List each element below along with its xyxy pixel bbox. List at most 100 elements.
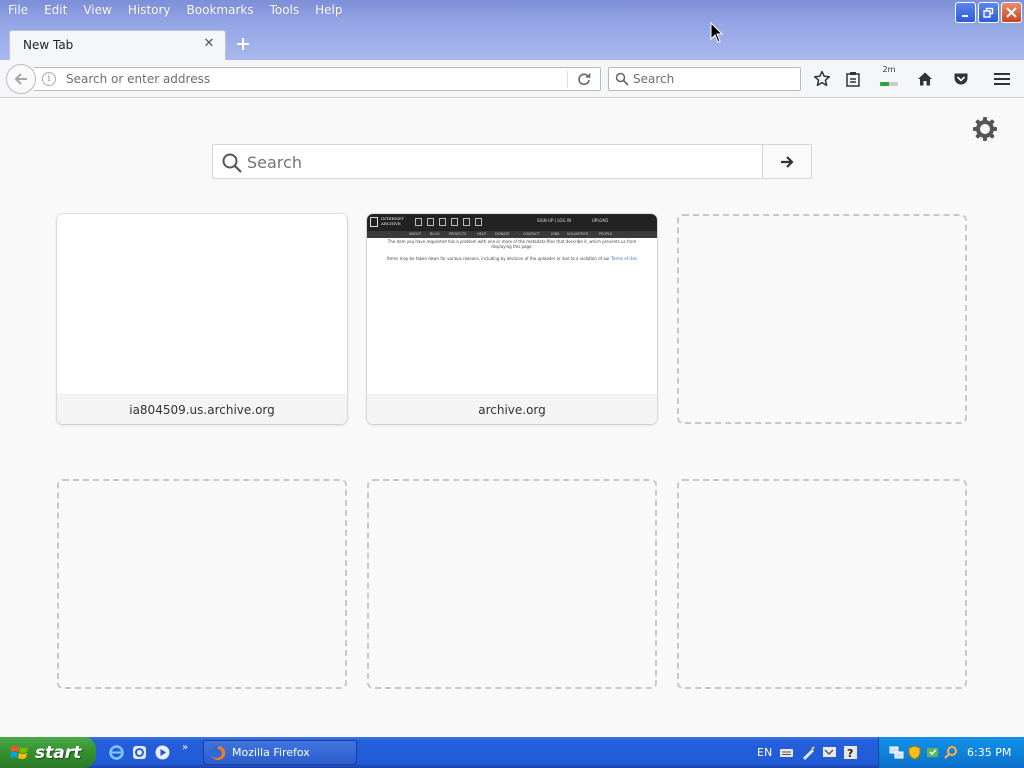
menu-bar: File Edit View History Bookmarks Tools H… xyxy=(2,2,353,20)
empty-tile-placeholder xyxy=(57,479,347,689)
media-player-icon[interactable] xyxy=(154,744,171,761)
archive-upload-text: UPLOAD xyxy=(592,218,609,223)
archive-nav-item: PEOPLE xyxy=(599,232,613,236)
archive-nav-bar: ABOUT BLOG PROJECTS HELP DONATE CONTACT … xyxy=(367,231,657,238)
bookmark-star-button[interactable] xyxy=(811,68,833,90)
archive-logo-icon xyxy=(370,217,378,227)
search-icon xyxy=(615,72,629,86)
window-controls xyxy=(955,2,1022,23)
back-button[interactable] xyxy=(6,64,36,94)
archive-nav-item: HELP xyxy=(477,232,486,236)
navigation-toolbar: i 2m xyxy=(0,60,1024,98)
menu-bookmarks[interactable]: Bookmarks xyxy=(181,2,260,20)
home-button[interactable] xyxy=(914,68,936,90)
archive-message-2: Items may be taken down for various reas… xyxy=(385,256,639,261)
arrow-left-icon xyxy=(14,73,27,85)
menu-tools[interactable]: Tools xyxy=(264,2,306,20)
menu-view[interactable]: View xyxy=(77,2,117,20)
menu-help[interactable]: Help xyxy=(309,2,348,20)
minimize-button[interactable] xyxy=(955,2,976,23)
taskbar-item-label: Mozilla Firefox xyxy=(232,746,310,759)
archive-nav-icon xyxy=(415,218,422,226)
close-icon xyxy=(1006,7,1017,18)
restore-button[interactable] xyxy=(978,2,999,23)
taskbar-item-firefox[interactable]: Mozilla Firefox xyxy=(203,740,357,765)
outlook-express-icon[interactable] xyxy=(131,744,148,761)
archive-nav-item: PROJECTS xyxy=(449,232,467,236)
home-icon xyxy=(918,72,932,86)
info-icon[interactable]: i xyxy=(42,72,56,86)
windows-logo-icon xyxy=(10,745,28,759)
internet-explorer-icon[interactable] xyxy=(108,744,125,761)
archive-logo-text: INTERNET ARCHIVE xyxy=(381,216,404,226)
search-input[interactable] xyxy=(633,71,793,87)
language-bar-icon[interactable] xyxy=(822,745,837,760)
empty-tile-placeholder xyxy=(367,479,657,689)
archive-nav-item: BLOG xyxy=(430,232,440,236)
open-menu-button[interactable] xyxy=(991,68,1013,90)
tile-thumbnail: INTERNET ARCHIVE SIGN UP | LOG IN UPLOAD… xyxy=(367,214,657,394)
bookmarks-menu-button[interactable] xyxy=(842,68,864,90)
start-label: start xyxy=(35,742,82,763)
mouse-cursor-icon xyxy=(710,22,724,43)
search-bar[interactable] xyxy=(608,67,801,91)
archive-nav-icon xyxy=(463,218,470,226)
new-tab-page: ia804509.us.archive.org INTERNET ARCHIVE… xyxy=(0,99,1024,737)
taskbar: start » Mozilla Firefox EN ? 6:35 PM xyxy=(0,737,1024,768)
download-time-label: 2m xyxy=(882,65,896,74)
archive-nav-icon xyxy=(439,218,446,226)
menu-edit[interactable]: Edit xyxy=(38,2,73,20)
keyboard-icon[interactable] xyxy=(779,745,794,760)
archive-login-text: SIGN UP | LOG IN xyxy=(537,218,572,223)
archive-message-text: Items may be taken down for various reas… xyxy=(387,256,610,261)
plus-icon xyxy=(237,38,249,50)
url-input[interactable] xyxy=(66,71,566,87)
gear-icon[interactable] xyxy=(971,115,999,143)
downloads-button[interactable]: 2m xyxy=(878,65,900,90)
search-icon[interactable] xyxy=(943,745,958,760)
search-icon xyxy=(222,153,242,173)
safely-remove-hardware-icon[interactable] xyxy=(925,745,940,760)
reload-icon[interactable] xyxy=(577,72,591,86)
pen-tool-icon[interactable] xyxy=(801,745,816,760)
tab-title: New Tab xyxy=(23,38,74,52)
archive-nav-item: CONTACT xyxy=(523,232,540,236)
tile-caption: ia804509.us.archive.org xyxy=(57,394,347,424)
network-icon[interactable] xyxy=(889,745,904,760)
firefox-icon xyxy=(211,745,226,760)
archive-terms-link: Terms of Use xyxy=(611,256,637,261)
page-search-box[interactable] xyxy=(212,144,812,179)
clock[interactable]: 6:35 PM xyxy=(967,746,1011,759)
menu-file[interactable]: File xyxy=(2,2,34,20)
archive-nav-icon xyxy=(427,218,434,226)
start-button[interactable]: start xyxy=(0,737,96,768)
security-shield-icon[interactable] xyxy=(907,745,922,760)
archive-nav-item: DONATE xyxy=(495,232,510,236)
tile-caption: archive.org xyxy=(367,394,657,424)
top-site-tile[interactable]: INTERNET ARCHIVE SIGN UP | LOG IN UPLOAD… xyxy=(367,214,657,424)
page-search-input[interactable] xyxy=(247,152,747,172)
tab-new-tab[interactable]: New Tab ✕ xyxy=(9,30,226,60)
menu-history[interactable]: History xyxy=(122,2,177,20)
help-icon[interactable]: ? xyxy=(843,745,858,760)
archive-message: The item you have requested has a proble… xyxy=(387,239,637,249)
hamburger-menu-icon xyxy=(994,73,1010,85)
empty-tile-placeholder xyxy=(677,479,967,689)
language-indicator[interactable]: EN xyxy=(757,746,772,759)
top-site-tile[interactable]: ia804509.us.archive.org xyxy=(57,214,347,424)
archive-nav-item: ABOUT xyxy=(409,232,422,236)
close-window-button[interactable] xyxy=(1001,2,1022,23)
new-tab-button[interactable] xyxy=(233,34,253,54)
svg-text:?: ? xyxy=(847,747,853,760)
tab-close-icon[interactable]: ✕ xyxy=(203,37,215,50)
search-go-button[interactable] xyxy=(762,145,811,178)
archive-nav-item: VOLUNTEER xyxy=(567,232,589,236)
quick-launch-expand-icon[interactable]: » xyxy=(182,742,188,753)
clipboard-icon xyxy=(846,72,860,87)
pocket-button[interactable] xyxy=(950,68,972,90)
url-bar[interactable]: i xyxy=(34,67,601,91)
restore-icon xyxy=(983,7,994,18)
archive-nav-icon xyxy=(475,218,482,226)
window-title-bar: File Edit View History Bookmarks Tools H… xyxy=(0,0,1024,60)
star-icon xyxy=(813,70,831,87)
